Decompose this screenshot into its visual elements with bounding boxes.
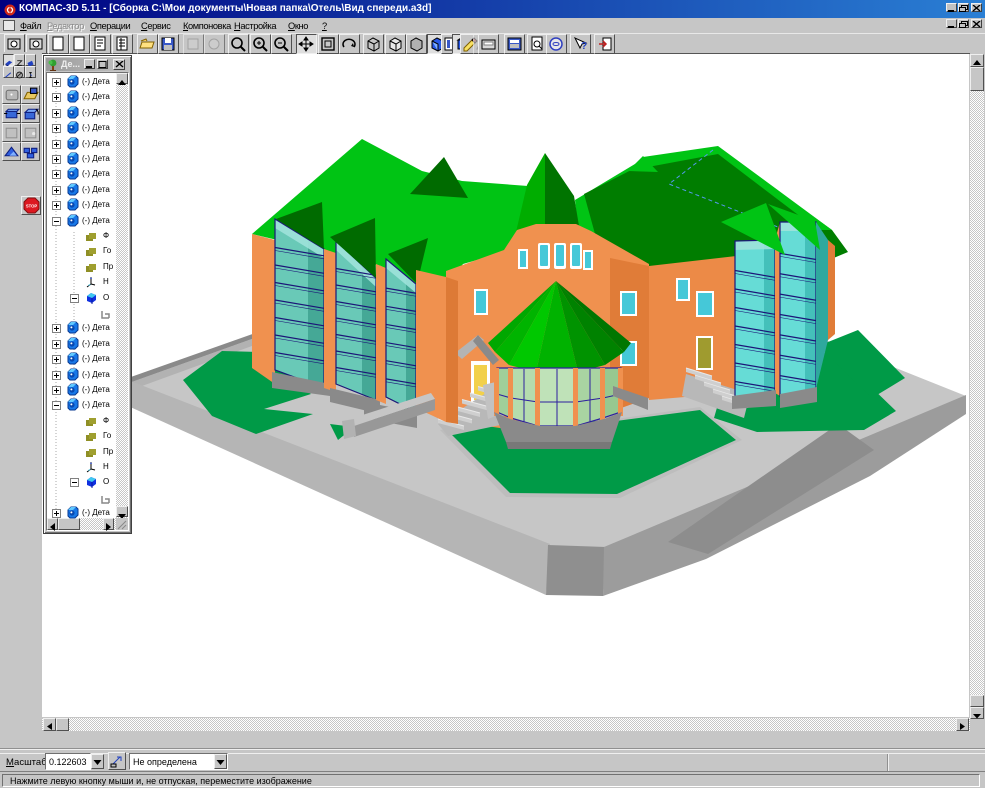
svg-text:STOP: STOP [26, 204, 38, 209]
svg-text:?: ? [581, 41, 587, 52]
